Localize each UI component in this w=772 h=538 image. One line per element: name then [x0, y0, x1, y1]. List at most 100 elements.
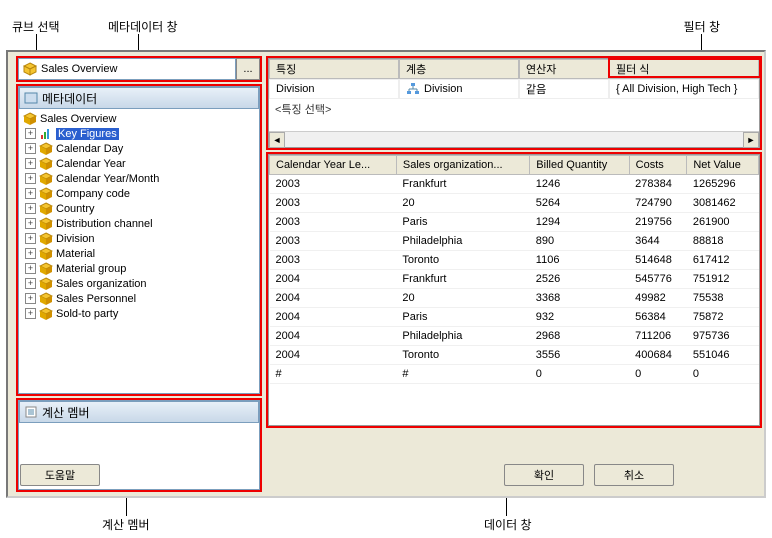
node-label: Calendar Year/Month [56, 173, 159, 185]
filter-placeholder-row[interactable]: <특징 선택> [269, 99, 759, 119]
dimension-icon [39, 277, 53, 291]
table-cell: 545776 [629, 270, 687, 289]
tree-node[interactable]: +Material group [21, 261, 257, 276]
column-header[interactable]: Net Value [687, 156, 759, 175]
tree-node[interactable]: + Material [21, 246, 257, 261]
table-cell: Paris [396, 213, 529, 232]
filter-expr-cell[interactable]: { All Division, High Tech } [609, 79, 759, 99]
dimension-icon [39, 292, 53, 306]
table-cell: 1106 [530, 251, 629, 270]
column-header[interactable]: Billed Quantity [530, 156, 629, 175]
expand-toggle[interactable]: + [25, 308, 36, 319]
cube-name-field[interactable]: Sales Overview [18, 58, 236, 80]
tree-node[interactable]: +Key Figures [21, 126, 257, 141]
table-row[interactable]: 2003Paris1294219756261900 [270, 213, 759, 232]
tree-node[interactable]: +Calendar Year [21, 156, 257, 171]
expand-toggle[interactable]: + [25, 143, 36, 154]
table-cell: 1294 [530, 213, 629, 232]
tree-node[interactable]: +Calendar Day [21, 141, 257, 156]
node-label: Country [56, 203, 95, 215]
expand-toggle[interactable]: + [25, 233, 36, 244]
data-pane: Calendar Year Le...Sales organization...… [268, 154, 760, 426]
expand-toggle[interactable]: + [25, 158, 36, 169]
filter-col-hierarchy[interactable]: 계층 [399, 59, 519, 79]
expand-toggle[interactable]: + [25, 263, 36, 274]
table-row[interactable]: 20042033684998275538 [270, 289, 759, 308]
table-cell: Frankfurt [396, 270, 529, 289]
help-button[interactable]: 도움말 [20, 464, 100, 486]
tree-node[interactable]: +Division [21, 231, 257, 246]
table-cell: 5264 [530, 194, 629, 213]
node-label: Material [56, 248, 95, 260]
tree-node[interactable]: +Sales Personnel [21, 291, 257, 306]
table-cell: 0 [530, 365, 629, 384]
table-row[interactable]: 2003Toronto1106514648617412 [270, 251, 759, 270]
tree-node[interactable]: +Distribution channel [21, 216, 257, 231]
table-row[interactable]: 2004Philadelphia2968711206975736 [270, 327, 759, 346]
scroll-left-icon[interactable]: ◄ [269, 132, 285, 148]
table-cell: 2004 [270, 289, 397, 308]
ok-button[interactable]: 확인 [504, 464, 584, 486]
scroll-track[interactable] [285, 132, 743, 147]
main-panel: Sales Overview ... 메타데이터 Sales Overview+… [6, 50, 766, 498]
column-header[interactable]: Sales organization... [396, 156, 529, 175]
cancel-button[interactable]: 취소 [594, 464, 674, 486]
label-calc-member: 계산 멤버 [102, 516, 150, 533]
filter-col-feature[interactable]: 특징 [269, 59, 399, 79]
calc-icon [24, 405, 38, 419]
label-cube-select: 큐브 선택 [12, 18, 60, 35]
data-table[interactable]: Calendar Year Le...Sales organization...… [269, 155, 759, 384]
filter-operator-cell[interactable]: 같음 [519, 79, 609, 99]
table-cell: 75872 [687, 308, 759, 327]
expand-toggle[interactable]: + [25, 293, 36, 304]
expand-toggle[interactable]: + [25, 278, 36, 289]
cube-browse-button[interactable]: ... [236, 58, 260, 80]
filter-feature-cell[interactable]: Division [269, 79, 399, 99]
tree-node[interactable]: + Country [21, 201, 257, 216]
column-header[interactable]: Costs [629, 156, 687, 175]
table-cell: 932 [530, 308, 629, 327]
label-metadata-pane: 메타데이터 창 [108, 18, 178, 35]
filter-hscroll[interactable]: ◄ ► [269, 131, 759, 147]
tree-root[interactable]: Sales Overview [21, 111, 257, 126]
expand-toggle[interactable]: + [25, 188, 36, 199]
table-cell: 890 [530, 232, 629, 251]
column-header[interactable]: Calendar Year Le... [270, 156, 397, 175]
table-row[interactable]: 2003Philadelphia890364488818 [270, 232, 759, 251]
dimension-icon [39, 202, 53, 216]
scroll-right-icon[interactable]: ► [743, 132, 759, 148]
expand-toggle[interactable]: + [25, 203, 36, 214]
expand-toggle[interactable]: + [25, 248, 36, 259]
tree-node[interactable]: +Sales organization [21, 276, 257, 291]
table-row[interactable]: 2003Frankfurt12462783841265296 [270, 175, 759, 194]
filter-col-operator[interactable]: 연산자 [519, 59, 609, 79]
table-cell: 711206 [629, 327, 687, 346]
tree-node[interactable]: + Calendar Year/Month [21, 171, 257, 186]
table-row[interactable]: 2004Toronto3556400684551046 [270, 346, 759, 365]
filter-row[interactable]: Division Division 같음 { All Division, Hig… [269, 79, 759, 99]
table-cell: 514648 [629, 251, 687, 270]
callout-line [126, 496, 127, 516]
filter-col-expr[interactable]: 필터 식 [609, 59, 759, 79]
table-row[interactable]: ##000 [270, 365, 759, 384]
metadata-tree[interactable]: Sales Overview+Key Figures+Calendar Day+… [19, 109, 259, 393]
table-cell: 88818 [687, 232, 759, 251]
table-cell: 1246 [530, 175, 629, 194]
dimension-icon [39, 157, 53, 171]
table-row[interactable]: 20032052647247903081462 [270, 194, 759, 213]
table-cell: 2968 [530, 327, 629, 346]
table-row[interactable]: 2004Paris9325638475872 [270, 308, 759, 327]
calc-title-text: 계산 멤버 [42, 404, 90, 421]
expand-toggle[interactable]: + [25, 173, 36, 184]
expand-toggle[interactable]: + [25, 128, 36, 139]
dimension-icon [39, 172, 53, 186]
tree-node[interactable]: +Company code [21, 186, 257, 201]
metadata-header: 메타데이터 [19, 87, 259, 109]
table-cell: Philadelphia [396, 232, 529, 251]
filter-hierarchy-cell[interactable]: Division [399, 79, 519, 99]
table-cell: 20 [396, 289, 529, 308]
table-cell: 261900 [687, 213, 759, 232]
tree-node[interactable]: +Sold-to party [21, 306, 257, 321]
expand-toggle[interactable]: + [25, 218, 36, 229]
table-row[interactable]: 2004Frankfurt2526545776751912 [270, 270, 759, 289]
